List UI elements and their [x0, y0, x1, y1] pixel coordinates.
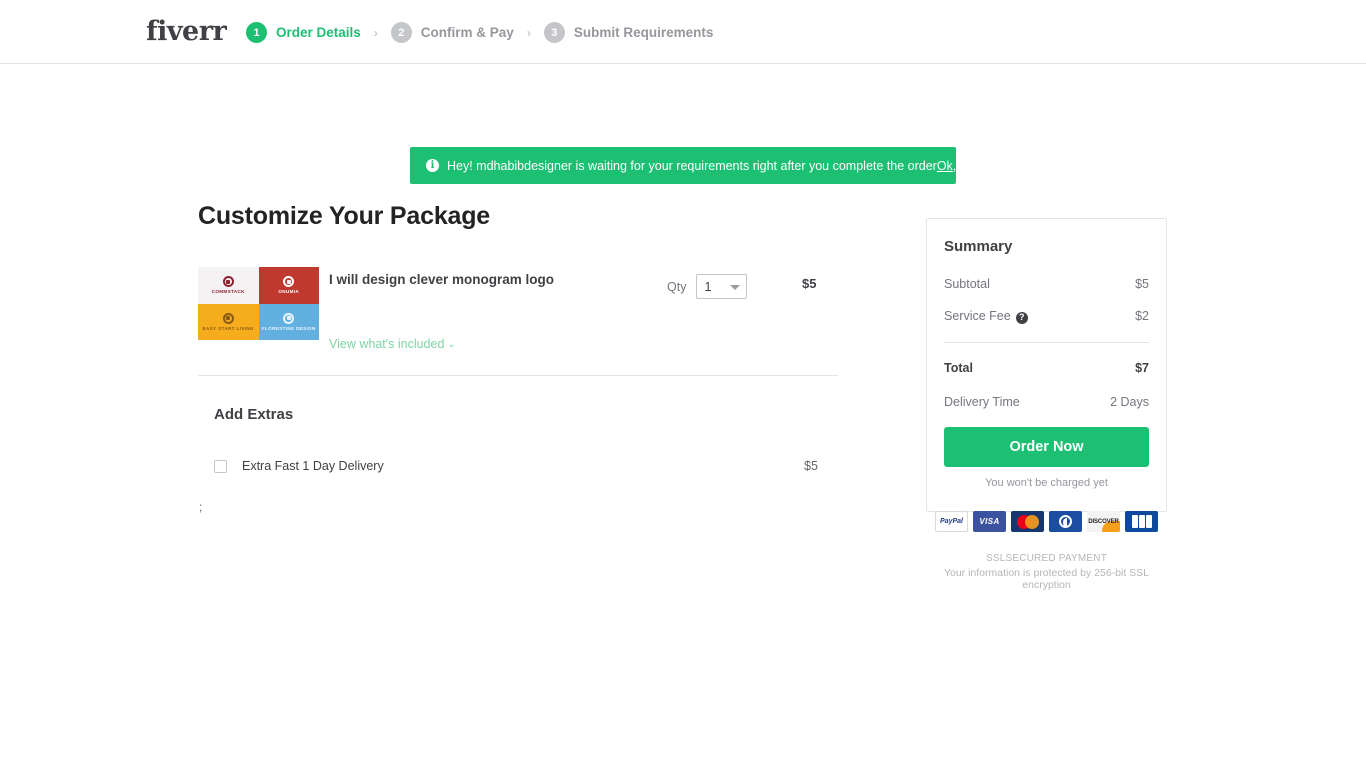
gig-title: I will design clever monogram logo — [329, 272, 555, 287]
discover-label: DISCOVER — [1088, 518, 1119, 525]
thumbnail-label-2: ONUMIA — [278, 289, 300, 295]
step-1-number: 1 — [246, 22, 267, 43]
main-content: Customize Your Package COMMSTACK ONUMIA … — [198, 202, 838, 514]
step-1-label: Order Details — [276, 25, 361, 40]
chevron-down-icon: ⌄ — [447, 339, 456, 350]
page-title: Customize Your Package — [198, 202, 490, 230]
diners-club-icon[interactable] — [1049, 511, 1082, 532]
payment-methods: PayPal VISA DISCOVER — [926, 511, 1167, 532]
extra-item-row: Extra Fast 1 Day Delivery $5 — [214, 456, 838, 476]
thumbnail-label-1: COMMSTACK — [211, 289, 245, 295]
extra-fast-delivery-checkbox[interactable] — [214, 459, 227, 473]
step-submit-requirements[interactable]: 3 Submit Requirements — [543, 22, 714, 43]
step-3-label: Submit Requirements — [573, 25, 714, 40]
thumbnail-cell-easy-start-living: EASY START LIVING — [198, 303, 259, 340]
delivery-time-label: Delivery Time — [944, 394, 1020, 409]
thumbnail-label-3: EASY START LIVING — [202, 325, 254, 331]
jcb-icon[interactable] — [1125, 511, 1158, 532]
commstack-logo-icon — [222, 276, 234, 288]
easy-start-living-logo-icon — [222, 312, 234, 324]
service-fee-value: $2 — [1135, 309, 1149, 324]
diners-club-ring — [1059, 515, 1072, 528]
thumbnail-label-4: FLORESTINE DESIGN — [261, 325, 316, 331]
gig-price: $5 — [802, 276, 817, 291]
visa-label: VISA — [979, 517, 1000, 526]
total-value: $7 — [1135, 360, 1149, 375]
seller-waiting-banner: i Hey! mdhabibdesigner is waiting for yo… — [410, 147, 987, 184]
order-now-button[interactable]: Order Now — [944, 426, 1149, 467]
mastercard-circles — [1016, 514, 1039, 529]
step-separator-2: › — [526, 25, 531, 40]
quantity-value: 1 — [704, 279, 712, 294]
quantity-label: Qty — [667, 279, 687, 294]
discover-icon[interactable]: DISCOVER — [1087, 511, 1120, 532]
ssl-headline: SSLSECURED PAYMENT — [985, 553, 1108, 564]
charge-note: You won't be charged yet — [985, 476, 1108, 489]
ssl-notice: SSLSECURED PAYMENT Your information is p… — [926, 553, 1167, 591]
quantity-select[interactable]: 1 — [696, 274, 748, 299]
thumbnail-cell-commstack: COMMSTACK — [198, 267, 259, 304]
summary-row-delivery-time: Delivery Time 2 Days — [944, 395, 1149, 409]
order-summary-panel: Summary Subtotal $5 Service Fee? $2 Tota… — [926, 218, 1167, 512]
gig-thumbnail[interactable]: COMMSTACK ONUMIA EASY START LIVING FLORE… — [198, 267, 319, 340]
service-fee-label: Service Fee — [944, 309, 1011, 323]
top-navigation-bar: fiverr 1 Order Details › 2 Confirm & Pay… — [0, 0, 1366, 64]
gig-summary-row: COMMSTACK ONUMIA EASY START LIVING FLORE… — [198, 267, 838, 367]
ssl-description: Your information is protected by 256-bit… — [943, 567, 1150, 591]
view-whats-included-label: View what's included — [329, 337, 445, 351]
checkout-stepper: 1 Order Details › 2 Confirm & Pay › 3 Su… — [246, 22, 713, 43]
info-icon: i — [426, 159, 439, 172]
banner-message: Hey! mdhabibdesigner is waiting for your… — [447, 158, 937, 173]
paypal-label: PayPal — [940, 518, 963, 525]
step-confirm-and-pay[interactable]: 2 Confirm & Pay — [390, 22, 514, 43]
step-2-label: Confirm & Pay — [420, 25, 514, 40]
help-icon[interactable]: ? — [1015, 311, 1028, 324]
summary-divider — [944, 341, 1149, 343]
step-order-details[interactable]: 1 Order Details — [246, 22, 361, 43]
summary-row-total: Total $7 — [944, 361, 1149, 375]
extra-fast-delivery-label: Extra Fast 1 Day Delivery — [242, 459, 384, 473]
add-extras-section: Add Extras Extra Fast 1 Day Delivery $5 … — [198, 406, 838, 514]
service-fee-label-group: Service Fee? — [944, 309, 1028, 324]
summary-title: Summary — [944, 238, 1013, 255]
florestine-design-logo-icon — [283, 312, 295, 324]
delivery-time-value: 2 Days — [1110, 394, 1149, 409]
fiverr-logo[interactable]: fiverr — [146, 18, 227, 45]
banner-dismiss-link[interactable]: Ok, got it — [937, 159, 987, 173]
step-3-number: 3 — [543, 22, 565, 43]
jcb-bars — [1131, 515, 1152, 528]
mastercard-icon[interactable] — [1011, 511, 1044, 532]
visa-icon[interactable]: VISA — [973, 511, 1006, 532]
view-whats-included-link[interactable]: View what's included ⌄ — [329, 337, 456, 351]
content-divider — [198, 375, 838, 376]
add-extras-title: Add Extras — [214, 406, 294, 423]
summary-row-service-fee: Service Fee? $2 — [944, 309, 1149, 324]
stray-text: ; — [199, 500, 203, 514]
paypal-icon[interactable]: PayPal — [935, 511, 968, 532]
step-separator-1: › — [373, 25, 378, 40]
subtotal-label: Subtotal — [944, 277, 990, 291]
extra-fast-delivery-price: $5 — [804, 459, 818, 473]
chevron-down-icon — [730, 284, 741, 290]
subtotal-value: $5 — [1135, 277, 1149, 291]
total-label: Total — [944, 360, 973, 375]
step-2-number: 2 — [390, 22, 412, 43]
thumbnail-cell-onumia: ONUMIA — [258, 267, 319, 304]
quantity-control: Qty 1 — [667, 274, 748, 299]
onumia-logo-icon — [283, 276, 295, 288]
thumbnail-cell-florestine-design: FLORESTINE DESIGN — [258, 303, 319, 340]
summary-row-subtotal: Subtotal $5 — [944, 277, 1149, 291]
